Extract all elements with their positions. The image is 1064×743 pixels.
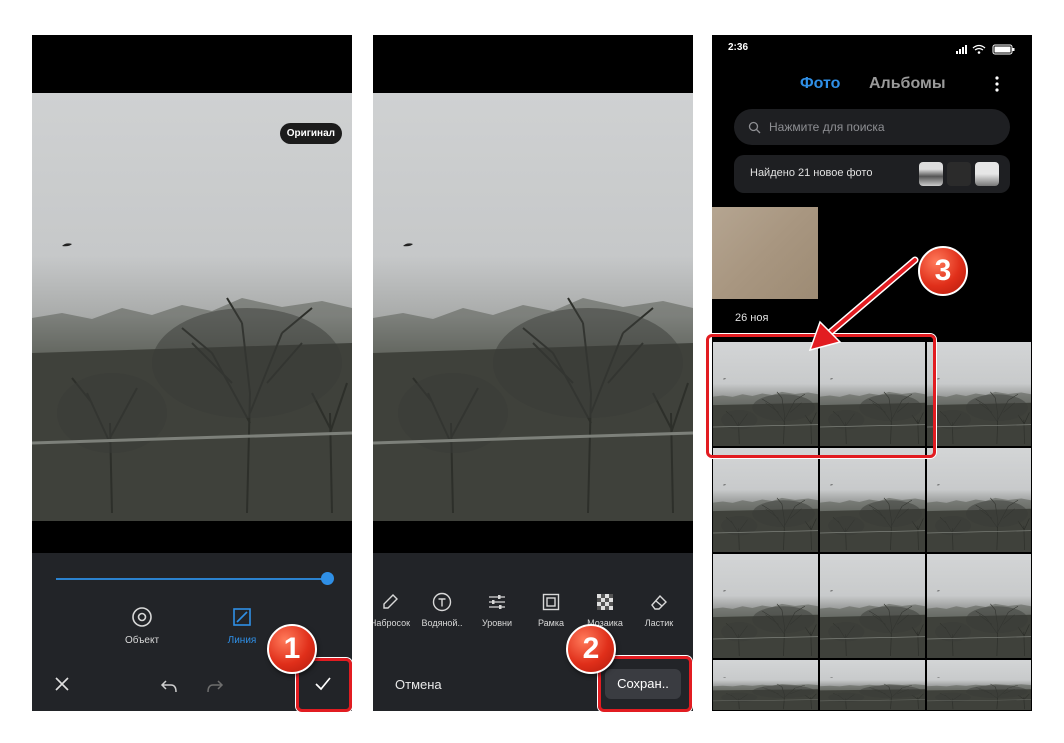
tool-frame[interactable]: Рамка	[526, 591, 576, 628]
arrow-icon	[808, 256, 919, 352]
search-placeholder: Нажмите для поиска	[769, 120, 885, 134]
tool-watermark-label: Водяной..	[421, 618, 463, 628]
photo-thumbnail[interactable]	[819, 447, 926, 553]
tab-photos[interactable]: Фото	[800, 75, 840, 93]
tab-albums[interactable]: Альбомы	[869, 75, 946, 93]
status-time: 2:36	[728, 42, 749, 53]
search-icon	[748, 121, 761, 134]
step-badge-2: 2	[566, 624, 616, 674]
tool-watermark[interactable]: Водяной..	[417, 591, 467, 628]
tool-sketch-label: Набросок	[373, 618, 411, 628]
sliders-icon	[486, 591, 508, 613]
photo-preview[interactable]	[32, 93, 352, 521]
slider-handle[interactable]	[321, 572, 334, 585]
tool-mosaic[interactable]: Мозаика	[580, 591, 630, 628]
photo-thumbnail[interactable]	[926, 341, 1032, 447]
tool-object[interactable]: Объект	[120, 605, 164, 646]
new-photo-thumb	[975, 162, 999, 186]
tool-levels-label: Уровни	[481, 618, 513, 628]
new-photo-thumb	[919, 162, 943, 186]
target-icon	[130, 605, 154, 629]
photo-thumbnail[interactable]	[926, 553, 1032, 659]
step-badge-1: 1	[267, 624, 317, 674]
photo-thumbnail[interactable]	[819, 553, 926, 659]
new-photos-banner[interactable]: Найдено 21 новое фото	[734, 155, 1010, 193]
photo-thumbnail[interactable]	[926, 447, 1032, 553]
highlight-save	[598, 656, 692, 712]
eraser-pen-icon	[379, 591, 401, 613]
text-t-icon	[431, 591, 453, 613]
mosaic-icon	[594, 591, 616, 613]
wifi-icon	[972, 44, 986, 54]
photo-thumbnail[interactable]	[819, 659, 926, 711]
tool-line[interactable]: Линия	[220, 605, 264, 646]
frame-icon	[540, 591, 562, 613]
gallery-tabs: Фото Альбомы	[712, 75, 1032, 95]
photo-preview[interactable]	[373, 93, 693, 521]
tool-line-label: Линия	[227, 635, 257, 646]
search-input[interactable]: Нажмите для поиска	[734, 109, 1010, 145]
new-photo-thumb	[947, 162, 971, 186]
status-icons	[956, 42, 1016, 55]
eraser-icon	[648, 591, 670, 613]
original-button[interactable]: Оригинал	[279, 123, 342, 144]
tool-eraser[interactable]: Ластик	[634, 591, 684, 628]
tool-sketch[interactable]: Набросок	[373, 591, 415, 628]
undo-icon[interactable]	[158, 675, 180, 697]
editor-screen-line: Оригинал Объект Линия	[32, 35, 352, 711]
redo-icon[interactable]	[204, 675, 226, 697]
close-icon[interactable]	[51, 673, 73, 695]
line-square-icon	[230, 605, 254, 629]
more-menu-icon[interactable]	[992, 75, 1002, 93]
tool-eraser-label: Ластик	[644, 618, 674, 628]
new-photos-text: Найдено 21 новое фото	[750, 167, 873, 179]
tool-levels[interactable]: Уровни	[472, 591, 522, 628]
tool-object-label: Объект	[124, 635, 160, 646]
photo-thumbnail[interactable]	[712, 553, 819, 659]
tool-frame-label: Рамка	[537, 618, 565, 628]
date-header: 26 ноя	[735, 312, 769, 324]
battery-icon	[992, 44, 1015, 55]
photo-thumbnail[interactable]	[926, 659, 1032, 711]
cancel-button[interactable]: Отмена	[395, 677, 442, 692]
photo-thumbnail[interactable]	[712, 447, 819, 553]
signal-icon	[956, 45, 967, 54]
editor-screen-tools: Набросок Водяной.. Уровни Рамка Мозаика	[373, 35, 693, 711]
thickness-slider[interactable]	[56, 578, 326, 580]
photo-thumbnail[interactable]	[712, 659, 819, 711]
